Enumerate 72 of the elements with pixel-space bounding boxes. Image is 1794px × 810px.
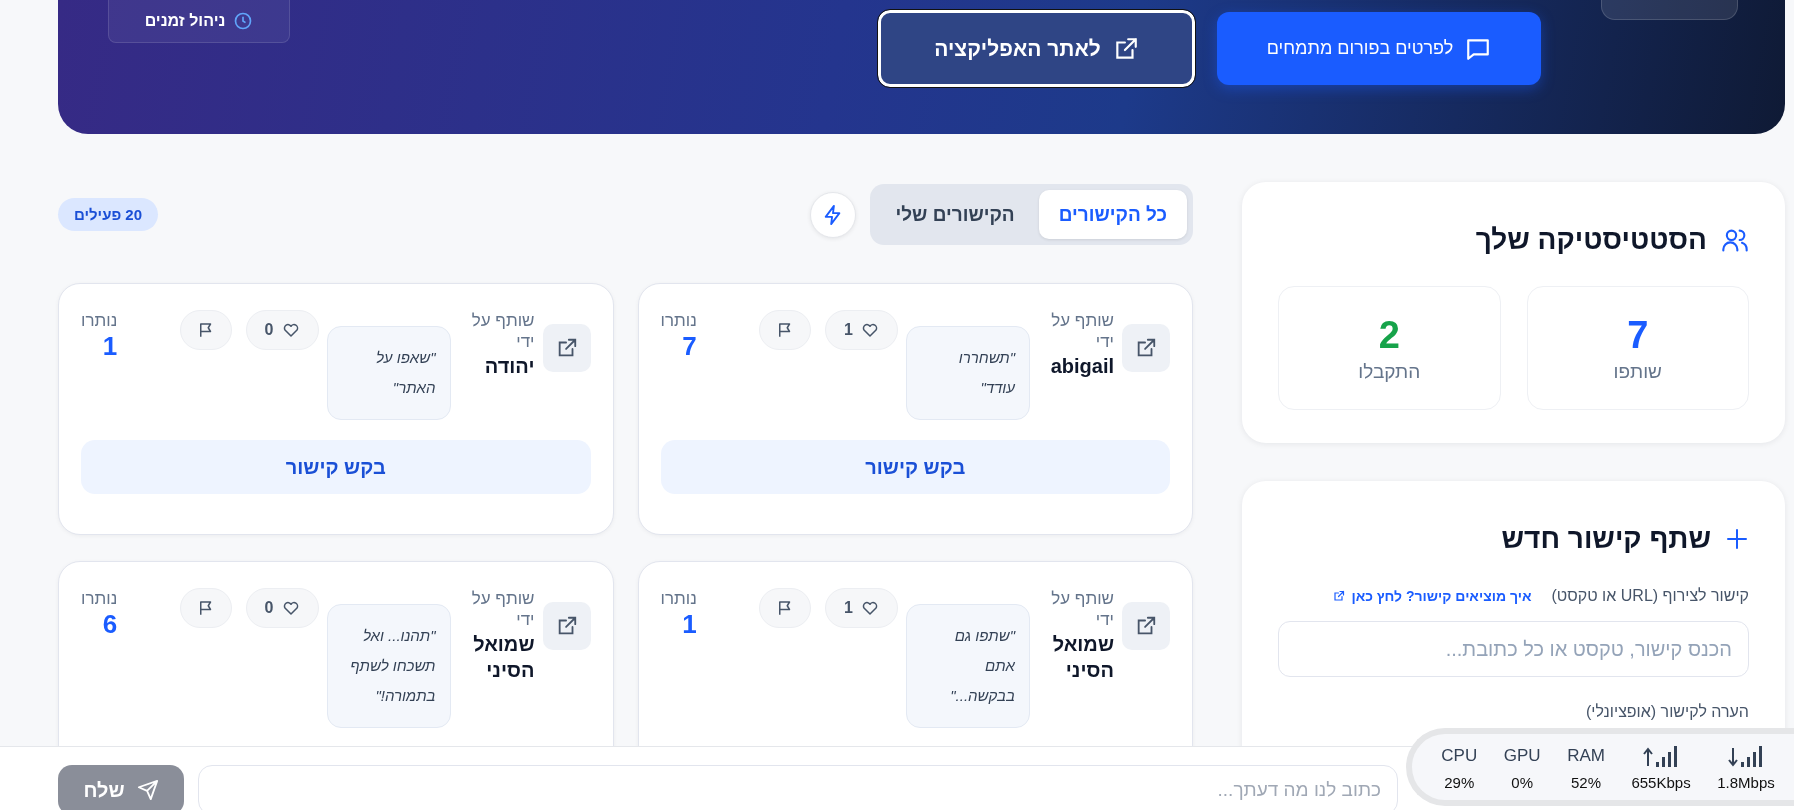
quote-bubble: "שאפו על האתר" [326,326,451,420]
author-name: שמואל הסיני [472,631,535,683]
quote-bubble: "שתפו גם אתם בבקשה..." [906,604,1030,728]
link-label: קישור לצירוף (URL או טקסט) [1551,587,1749,605]
remaining-label: נותרו [660,310,697,332]
stat-value: 2 [1378,313,1400,357]
remaining-count: 7 [682,331,697,363]
report-button[interactable] [179,310,232,350]
feedback-input[interactable]: כתוב לנו מה דעתך... [198,765,1398,810]
upload-signal-icon [1643,743,1680,768]
help-link[interactable]: איך מוציאים קישור? לחץ כאן [1351,588,1532,604]
send-icon [136,779,159,801]
stat-label: התקבלו [1358,360,1421,383]
active-count-badge: 20 פעילים [58,198,159,231]
external-link-icon [1135,615,1157,637]
remaining-count: 6 [102,609,118,641]
shared-by-label: שותף על ידי [1050,310,1114,353]
like-button[interactable]: 0 [245,310,319,350]
bolt-button[interactable] [809,191,856,238]
open-link-button[interactable] [542,602,591,650]
report-button[interactable] [759,310,812,350]
clock-icon [233,11,254,31]
monitor-label: GPU [1503,744,1541,767]
heart-icon [861,599,879,617]
remaining-count: 1 [102,331,118,363]
external-link-icon [1333,590,1346,602]
open-link-button[interactable] [542,324,591,372]
author-name: יהודה [483,353,535,379]
remaining-label: נותרו [81,310,118,332]
heart-icon [281,321,300,339]
like-button[interactable]: 0 [245,588,319,628]
like-button[interactable]: 1 [825,310,898,350]
monitor-value: 52% [1571,773,1602,791]
like-button[interactable]: 1 [825,588,898,628]
monitor-label: CPU [1441,744,1478,767]
open-link-button[interactable] [1122,602,1170,650]
forum-button[interactable]: לפרטים בפורום מתמחים [1217,12,1541,85]
external-link-icon [1135,337,1157,359]
author-name: שמואל הסיני [1051,631,1114,683]
monitor-value: 655Kbps [1631,773,1691,791]
monitor-value: 0% [1511,773,1533,791]
request-link-button[interactable]: בקש קישור [660,440,1170,494]
stat-value: 7 [1627,313,1649,357]
monitor-value: 29% [1444,773,1475,791]
remaining-label: נותרו [660,588,697,610]
quote-bubble: "תשחררו עודד" [906,326,1030,420]
stats-title: הסטטיסטיקה שלך [1475,224,1707,256]
quote-bubble: "תהנו... ואל תשכחו לשתף בתמורה!" [326,604,451,728]
report-button[interactable] [759,588,812,628]
time-management-button[interactable]: ניהול זמנים [108,0,290,43]
shared-by-label: שותף על ידי [470,310,535,353]
report-button[interactable] [179,588,232,628]
link-input[interactable]: הכנס קישור, טקסט או כל כתובת... [1278,621,1749,677]
heart-icon [281,599,300,617]
monitor-value: 1.8Mbps [1717,773,1775,791]
author-name: abigail [1049,353,1114,379]
tab[interactable]: הקישורים שלי [875,190,1035,239]
plus-icon [1725,527,1749,551]
request-link-button[interactable]: בקש קישור [81,440,591,494]
stat-label: שותפו [1613,360,1662,383]
website-button[interactable]: לאתר האפליקציה [878,10,1195,87]
open-link-button[interactable] [1122,324,1170,372]
shared-by-label: שותף על ידי [1050,588,1114,631]
monitor-label: RAM [1567,744,1605,767]
remaining-label: נותרו [81,588,118,610]
remaining-count: 1 [682,609,697,641]
shared-by-label: שותף על ידי [470,588,535,631]
note-label: הערה לקישור (אופציונלי) [1584,703,1749,721]
tab[interactable]: כל הקישורים [1038,190,1187,239]
download-signal-icon [1727,743,1764,768]
heart-icon [861,321,879,339]
share-title: שתף קישור חדש [1501,523,1711,555]
